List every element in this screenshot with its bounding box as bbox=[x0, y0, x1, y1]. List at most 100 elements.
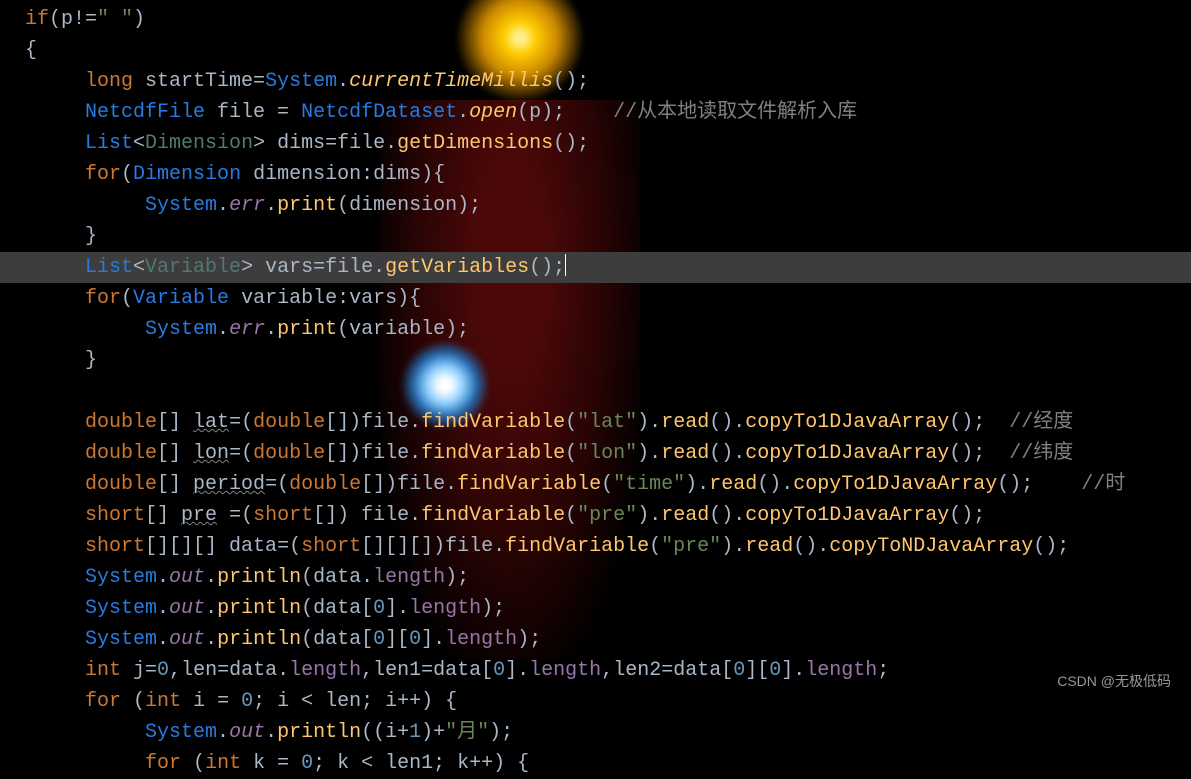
text: (data[ bbox=[301, 628, 373, 651]
code-line[interactable]: long startTime=System.currentTimeMillis(… bbox=[25, 66, 1191, 97]
code-line[interactable]: System.out.println((i+1)+"月"); bbox=[25, 717, 1191, 748]
code-line[interactable]: List<Dimension> dims=file.getDimensions(… bbox=[25, 128, 1191, 159]
code-line-highlighted[interactable]: List<Variable> vars=file.getVariables(); bbox=[0, 252, 1191, 283]
method: findVariable bbox=[505, 535, 649, 558]
text: [][][])file. bbox=[361, 535, 505, 558]
text: (variable); bbox=[337, 318, 469, 341]
method: findVariable bbox=[421, 411, 565, 434]
text: . bbox=[217, 194, 229, 217]
text: (p!= bbox=[49, 8, 97, 31]
text: =( bbox=[229, 411, 253, 434]
code-line[interactable]: System.out.println(data[0][0].length); bbox=[25, 624, 1191, 655]
text: (); bbox=[553, 70, 589, 93]
number: 1 bbox=[409, 721, 421, 744]
text: ]. bbox=[421, 628, 445, 651]
type: NetcdfDataset bbox=[301, 101, 457, 124]
code-editor[interactable]: if(p!=" ") { long startTime=System.curre… bbox=[0, 0, 1191, 779]
text: ( bbox=[649, 535, 661, 558]
code-line[interactable]: for (int k = 0; k < len1; k++) { bbox=[25, 748, 1191, 779]
keyword: double bbox=[253, 442, 325, 465]
code-line[interactable]: double[] lon=(double[])file.findVariable… bbox=[25, 438, 1191, 469]
text: ,len=data. bbox=[169, 659, 289, 682]
method: getVariables bbox=[385, 256, 529, 279]
field: out bbox=[169, 566, 205, 589]
number: 0 bbox=[373, 628, 385, 651]
text: ][ bbox=[745, 659, 769, 682]
number: 0 bbox=[157, 659, 169, 682]
field: err bbox=[229, 318, 265, 341]
code-line[interactable]: double[] period=(double[])file.findVaria… bbox=[25, 469, 1191, 500]
text: ( bbox=[121, 163, 133, 186]
text: (); bbox=[949, 411, 1009, 434]
code-line[interactable]: } bbox=[25, 345, 1191, 376]
text: =( bbox=[277, 535, 301, 558]
method: copyTo1DJavaArray bbox=[745, 442, 949, 465]
type: System bbox=[85, 566, 157, 589]
var-wavy: pre bbox=[181, 504, 217, 527]
text: dimension:dims){ bbox=[253, 163, 445, 186]
keyword: if bbox=[25, 8, 49, 31]
method: getDimensions bbox=[397, 132, 553, 155]
text: (data. bbox=[301, 566, 373, 589]
field: out bbox=[169, 628, 205, 651]
keyword: short bbox=[301, 535, 361, 558]
text: ). bbox=[637, 504, 661, 527]
code-line[interactable]: } bbox=[25, 221, 1191, 252]
field: out bbox=[169, 597, 205, 620]
keyword: double bbox=[253, 411, 325, 434]
string: "lon" bbox=[577, 442, 637, 465]
code-line[interactable]: { bbox=[25, 35, 1191, 66]
text: ( bbox=[565, 442, 577, 465]
code-line[interactable]: short[] pre =(short[]) file.findVariable… bbox=[25, 500, 1191, 531]
text: ,len2=data[ bbox=[601, 659, 733, 682]
generic-type: Dimension bbox=[145, 132, 253, 155]
text: . bbox=[457, 101, 469, 124]
text: dims=file. bbox=[277, 132, 397, 155]
code-line-blank[interactable] bbox=[25, 376, 1191, 407]
text: . bbox=[265, 194, 277, 217]
text: (). bbox=[709, 442, 745, 465]
code-line[interactable]: if(p!=" ") bbox=[25, 4, 1191, 35]
code-line[interactable]: for(Variable variable:vars){ bbox=[25, 283, 1191, 314]
text: (); bbox=[529, 256, 565, 279]
method: println bbox=[277, 721, 361, 744]
method: read bbox=[745, 535, 793, 558]
text: ; bbox=[877, 659, 889, 682]
text: . bbox=[337, 70, 349, 93]
keyword: for bbox=[85, 690, 133, 713]
keyword: int bbox=[205, 752, 253, 775]
code-line[interactable]: double[] lat=(double[])file.findVariable… bbox=[25, 407, 1191, 438]
code-line[interactable]: int j=0,len=data.length,len1=data[0].len… bbox=[25, 655, 1191, 686]
text: . bbox=[265, 318, 277, 341]
text: (); bbox=[949, 504, 985, 527]
keyword: for bbox=[85, 287, 121, 310]
code-line[interactable]: for (int i = 0; i < len; i++) { bbox=[25, 686, 1191, 717]
text: ); bbox=[481, 597, 505, 620]
number: 0 bbox=[409, 628, 421, 651]
code-line[interactable]: System.out.println(data[0].length); bbox=[25, 593, 1191, 624]
code-line[interactable]: System.err.print(variable); bbox=[25, 314, 1191, 345]
text: (); bbox=[949, 442, 1009, 465]
text: =( bbox=[265, 473, 289, 496]
text: . bbox=[205, 628, 217, 651]
method: copyTo1DJavaArray bbox=[745, 504, 949, 527]
field: length bbox=[445, 628, 517, 651]
method: currentTimeMillis bbox=[349, 70, 553, 93]
code-line[interactable]: for(Dimension dimension:dims){ bbox=[25, 159, 1191, 190]
var-wavy: period bbox=[193, 473, 265, 496]
watermark-text: CSDN @无极低码 bbox=[1057, 666, 1171, 697]
string: "pre" bbox=[661, 535, 721, 558]
text: =( bbox=[229, 442, 253, 465]
text: ( bbox=[601, 473, 613, 496]
keyword: double bbox=[85, 473, 157, 496]
text: ( bbox=[121, 287, 133, 310]
code-line[interactable]: short[][][] data=(short[][][])file.findV… bbox=[25, 531, 1191, 562]
code-line[interactable]: System.err.print(dimension); bbox=[25, 190, 1191, 221]
type: System bbox=[265, 70, 337, 93]
code-line[interactable]: System.out.println(data.length); bbox=[25, 562, 1191, 593]
method: open bbox=[469, 101, 517, 124]
code-line[interactable]: NetcdfFile file = NetcdfDataset.open(p);… bbox=[25, 97, 1191, 128]
brace: } bbox=[85, 349, 97, 372]
text: [])file. bbox=[361, 473, 457, 496]
type: System bbox=[145, 721, 217, 744]
